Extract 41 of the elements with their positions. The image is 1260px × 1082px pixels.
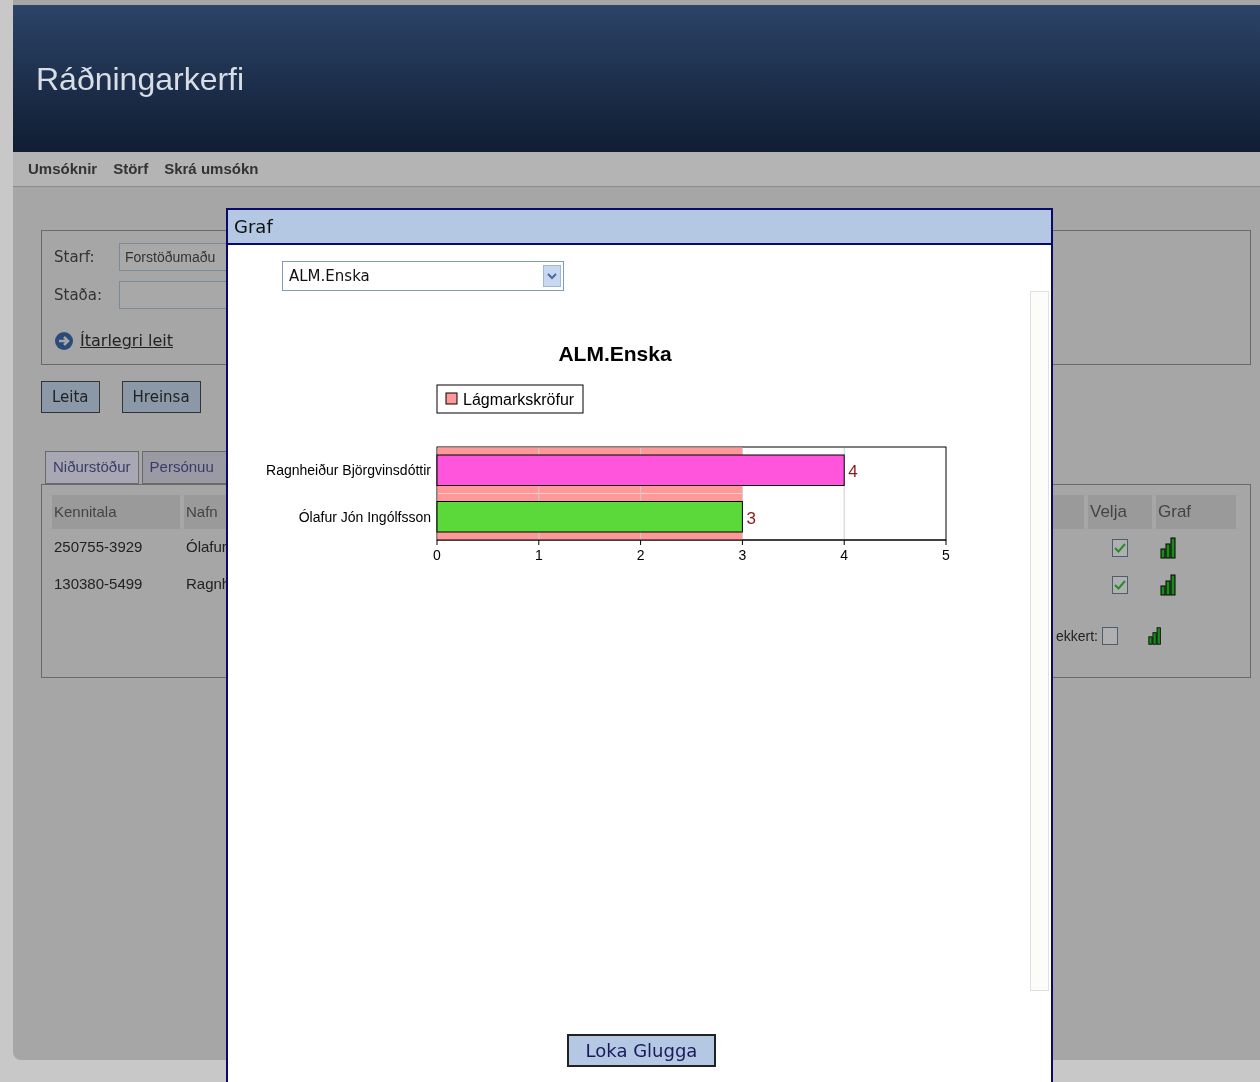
dropdown[interactable]: ALM.Enska <box>282 261 564 291</box>
field-label: Starf: <box>54 246 96 268</box>
category-label: Ragnheiður Björgvinsdóttir <box>266 462 431 479</box>
tick-label: 2 <box>636 547 645 563</box>
table-cell-text: 130380-5499 <box>53 574 144 595</box>
bar-chart-icon[interactable] <box>1160 536 1177 559</box>
nav-link[interactable]: Störf <box>113 157 149 181</box>
bar-chart-icon[interactable] <box>1160 573 1177 596</box>
value-label: 3 <box>746 508 756 528</box>
legend-label: Lágmarkskröfur <box>463 391 575 408</box>
chart-title: ALM.Enska <box>558 342 672 365</box>
tick-label: 3 <box>738 547 747 563</box>
checkbox[interactable] <box>1112 538 1128 557</box>
column-header: Kennitala <box>52 495 180 529</box>
close-button[interactable]: Loka Glugga <box>567 1034 716 1067</box>
chart-legend: Lágmarkskröfur <box>436 384 584 414</box>
dialog-title: Graf <box>234 215 273 239</box>
checkbox[interactable] <box>1112 575 1128 594</box>
search-button[interactable]: Hreinsa <box>121 381 201 413</box>
scrollbar[interactable] <box>1030 291 1049 991</box>
column-header: Graf <box>1156 495 1236 529</box>
table-cell-text: Ólafur <box>185 537 228 558</box>
field-label: Staða: <box>54 284 99 306</box>
search-button[interactable]: Leita <box>41 381 100 413</box>
advanced-search-link[interactable]: Ítarlegri leit <box>80 329 173 353</box>
nav-link[interactable]: Umsóknir <box>28 157 98 181</box>
app-title: Ráðningarkerfi <box>36 59 245 99</box>
category-label: Ólafur Jón Ingólfsson <box>298 508 431 525</box>
tick-label: 1 <box>534 547 543 563</box>
checkbox[interactable] <box>1102 627 1118 645</box>
tick-label: 4 <box>840 547 849 563</box>
chevron-down-icon <box>543 265 561 287</box>
value-label: 4 <box>848 462 858 482</box>
row-label: ekkert: <box>1056 626 1098 646</box>
nav-link[interactable]: Skrá umsókn <box>164 157 259 181</box>
column-header: Velja <box>1088 495 1152 529</box>
table-cell-text: 250755-3929 <box>53 537 144 558</box>
tick-label: 0 <box>433 547 441 563</box>
bar-chart-icon[interactable] <box>1148 625 1162 647</box>
tab[interactable]: Niðurstöður <box>45 451 139 484</box>
tick-label: 5 <box>942 547 950 563</box>
